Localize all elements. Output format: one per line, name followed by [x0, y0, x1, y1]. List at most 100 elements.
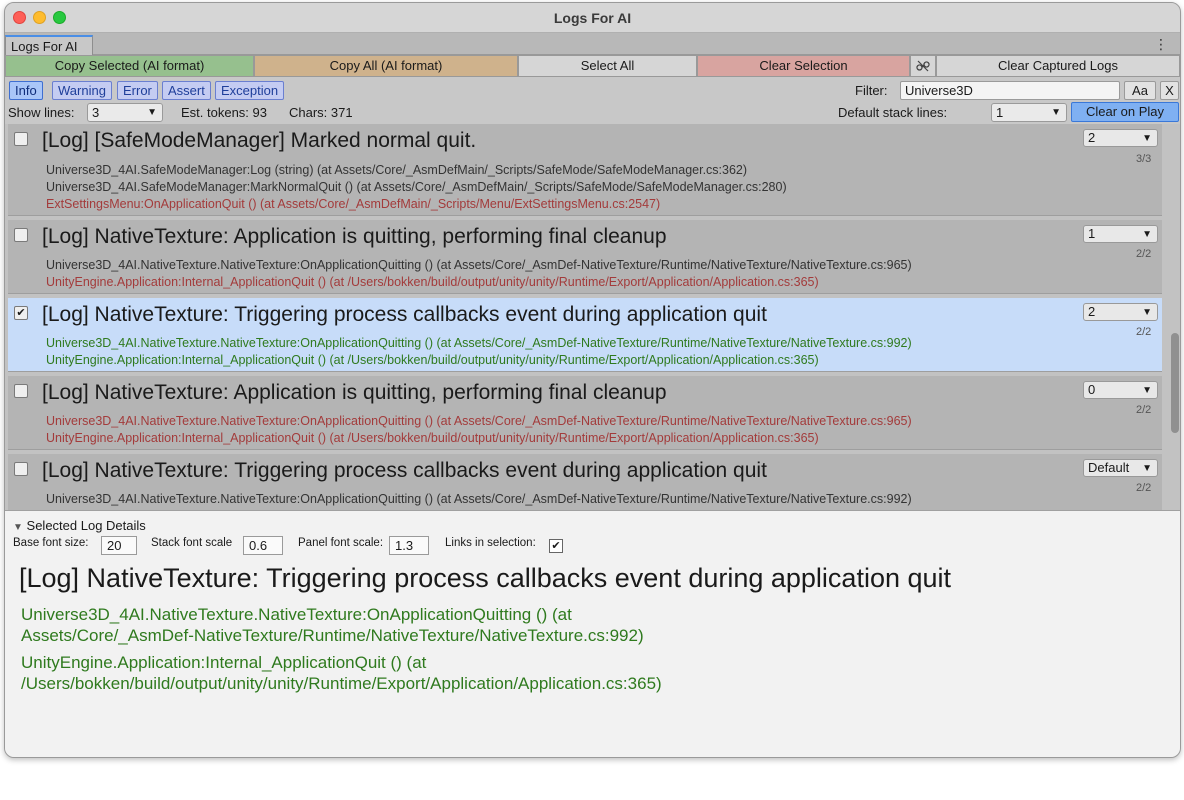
log-entry[interactable]: [Log] NativeTexture: Application is quit… [8, 220, 1162, 294]
log-entry[interactable]: [Log] NativeTexture: Application is quit… [8, 376, 1162, 450]
triangle-down-icon: ▼ [13, 522, 23, 533]
filter-exception-toggle[interactable]: Exception [215, 81, 285, 100]
details-title: [Log] NativeTexture: Triggering process … [19, 563, 952, 593]
stack-line: UnityEngine.Application:Internal_Applica… [46, 275, 819, 289]
chevron-down-icon: ▼ [1051, 107, 1061, 118]
kebab-menu-icon[interactable]: ⋮ [1154, 36, 1168, 53]
tab-strip: Logs For AI ⋮ [5, 33, 1180, 55]
base-font-size-input[interactable]: 20 [101, 536, 137, 555]
log-entry-checkbox[interactable] [14, 384, 28, 398]
stack-line: Universe3D_4AI.SafeModeManager:MarkNorma… [46, 180, 787, 194]
chevron-down-icon: ▼ [1142, 133, 1152, 144]
copy-all-button[interactable]: Copy All (AI format) [254, 55, 518, 77]
link-off-icon [916, 60, 930, 72]
details-foldout[interactable]: ▼ Selected Log Details [13, 518, 146, 533]
stack-line: UnityEngine.Application:Internal_Applica… [46, 353, 819, 367]
filter-error-toggle[interactable]: Error [117, 81, 158, 100]
stack-lines-value: Default [1088, 460, 1130, 475]
show-lines-dropdown[interactable]: 3 ▼ [87, 103, 163, 122]
clear-on-play-toggle[interactable]: Clear on Play [1071, 102, 1179, 122]
filter-assert-toggle[interactable]: Assert [162, 81, 211, 100]
default-stack-lines-value: 1 [996, 105, 1004, 120]
stack-lines-value: 1 [1088, 226, 1096, 241]
links-in-selection-checkbox[interactable]: ✔ [549, 539, 563, 553]
log-message: [Log] [SafeModeManager] Marked normal qu… [42, 129, 477, 152]
details-stack-line: /Users/bokken/build/output/unity/unity/R… [21, 674, 662, 693]
clear-selection-button[interactable]: Clear Selection [697, 55, 910, 77]
stack-line: Universe3D_4AI.NativeTexture.NativeTextu… [46, 492, 912, 506]
tab-logs-for-ai[interactable]: Logs For AI [5, 35, 93, 55]
log-entry-checkbox[interactable] [14, 462, 28, 476]
details-stack-entry: UnityEngine.Application:Internal_Applica… [21, 652, 662, 694]
stack-lines-dropdown[interactable]: Default ▼ [1083, 459, 1158, 477]
stack-line: UnityEngine.Application:Internal_Applica… [46, 431, 819, 445]
stack-lines-value: 0 [1088, 382, 1096, 397]
log-list[interactable]: [Log] [SafeModeManager] Marked normal qu… [5, 124, 1180, 510]
log-entry[interactable]: [Log] NativeTexture: Triggering process … [8, 454, 1162, 510]
stack-line: ExtSettingsMenu:OnApplicationQuit () (at… [46, 197, 661, 211]
title-bar: Logs For AI [5, 3, 1180, 33]
panel-font-scale-label: Panel font scale: [298, 537, 384, 549]
select-all-button[interactable]: Select All [518, 55, 697, 77]
chevron-down-icon: ▼ [147, 107, 157, 118]
stack-lines-dropdown[interactable]: 2 ▼ [1083, 303, 1158, 321]
log-entry-checkbox[interactable]: ✔ [14, 306, 28, 320]
stack-line: Universe3D_4AI.NativeTexture.NativeTextu… [46, 414, 912, 428]
chevron-down-icon: ▼ [1142, 463, 1152, 474]
filter-label: Filter: [855, 83, 888, 98]
logs-window: Logs For AI Logs For AI ⋮ Copy Selected … [4, 2, 1181, 758]
chevron-down-icon: ▼ [1142, 307, 1152, 318]
stack-count: 2/2 [1136, 482, 1152, 494]
chevron-down-icon: ▼ [1142, 229, 1152, 240]
filter-row: Info Warning Error Assert Exception Filt… [5, 79, 1180, 101]
show-lines-value: 3 [92, 105, 100, 120]
stack-font-scale-input[interactable]: 0.6 [243, 536, 283, 555]
log-message: [Log] NativeTexture: Triggering process … [42, 303, 767, 326]
log-entry-checkbox[interactable] [14, 132, 28, 146]
log-entry[interactable]: [Log] [SafeModeManager] Marked normal qu… [8, 124, 1162, 216]
filter-input[interactable]: Universe3D [900, 81, 1120, 100]
filter-info-toggle[interactable]: Info [9, 81, 43, 100]
links-in-selection-label: Links in selection: [445, 537, 536, 549]
stack-count: 2/2 [1136, 404, 1152, 416]
log-message: [Log] NativeTexture: Application is quit… [42, 381, 667, 404]
stack-lines-value: 2 [1088, 304, 1096, 319]
log-message: [Log] NativeTexture: Application is quit… [42, 225, 667, 248]
stack-line: Universe3D_4AI.NativeTexture.NativeTextu… [46, 258, 912, 272]
stack-line: Universe3D_4AI.NativeTexture.NativeTextu… [46, 336, 912, 350]
details-stack-line: Universe3D_4AI.NativeTexture.NativeTextu… [21, 605, 572, 624]
panel-font-scale-input[interactable]: 1.3 [389, 536, 429, 555]
log-list-scrollbar[interactable] [1167, 124, 1180, 510]
match-case-button[interactable]: Aa [1124, 81, 1156, 100]
details-header: Selected Log Details [26, 518, 146, 533]
action-toolbar: Copy Selected (AI format) Copy All (AI f… [5, 55, 1180, 77]
default-stack-lines-label: Default stack lines: [838, 105, 948, 120]
link-toggle-button[interactable] [910, 55, 936, 77]
chevron-down-icon: ▼ [1142, 385, 1152, 396]
stack-count: 3/3 [1136, 153, 1152, 165]
log-entry-checkbox[interactable] [14, 228, 28, 242]
selected-log-details-panel: ▼ Selected Log Details Base font size: 2… [5, 510, 1180, 757]
log-list-scroll-thumb[interactable] [1171, 333, 1179, 433]
log-message: [Log] NativeTexture: Triggering process … [42, 459, 767, 482]
stack-line: Universe3D_4AI.SafeModeManager:Log (stri… [46, 163, 748, 177]
clear-captured-logs-button[interactable]: Clear Captured Logs [936, 55, 1180, 77]
stack-font-scale-label: Stack font scale [151, 537, 233, 549]
stack-count: 2/2 [1136, 248, 1152, 260]
filter-warning-toggle[interactable]: Warning [52, 81, 112, 100]
stack-lines-value: 2 [1088, 130, 1096, 145]
details-stack-line: Assets/Core/_AsmDef-NativeTexture/Runtim… [21, 626, 644, 645]
options-row: Show lines: 3 ▼ Est. tokens: 93 Chars: 3… [5, 101, 1180, 123]
chars-text: Chars: 371 [289, 105, 353, 120]
stack-count: 2/2 [1136, 326, 1152, 338]
details-stack-line: UnityEngine.Application:Internal_Applica… [21, 653, 427, 672]
default-stack-lines-dropdown[interactable]: 1 ▼ [991, 103, 1067, 122]
stack-lines-dropdown[interactable]: 1 ▼ [1083, 225, 1158, 243]
copy-selected-button[interactable]: Copy Selected (AI format) [5, 55, 254, 77]
clear-filter-button[interactable]: X [1160, 81, 1179, 100]
stack-lines-dropdown[interactable]: 0 ▼ [1083, 381, 1158, 399]
stack-lines-dropdown[interactable]: 2 ▼ [1083, 129, 1158, 147]
show-lines-label: Show lines: [8, 105, 75, 120]
window-title: Logs For AI [553, 10, 632, 26]
log-entry-selected[interactable]: ✔ [Log] NativeTexture: Triggering proces… [8, 298, 1162, 372]
